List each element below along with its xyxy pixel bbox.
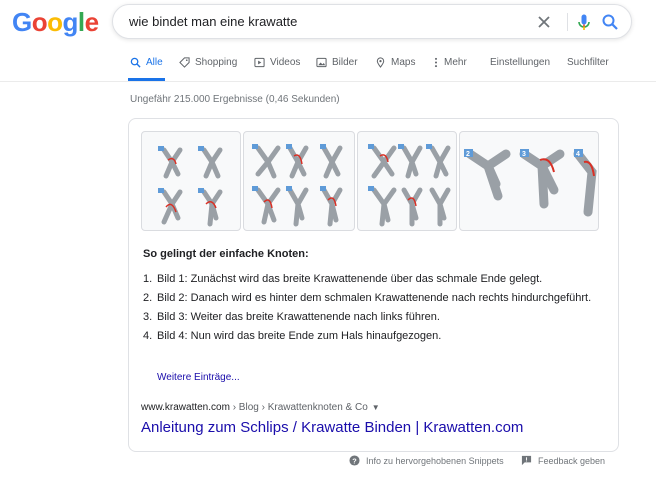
logo-letter: o xyxy=(47,7,63,37)
search-icon[interactable] xyxy=(600,12,620,32)
step-number: 1. xyxy=(143,273,153,285)
snippet-info[interactable]: ? Info zu hervorgehobenen Snippets xyxy=(349,455,504,466)
tie-diagram-image: 2 3 4 xyxy=(464,149,597,217)
tab-images[interactable]: Bilder xyxy=(316,52,358,81)
tab-maps[interactable]: Maps xyxy=(375,52,415,81)
step-number-label: 3 xyxy=(522,151,526,158)
step-number: 4. xyxy=(143,330,153,342)
snippet-steps: 1. Bild 1: Zunächst wird das breite Krawa… xyxy=(143,271,603,347)
tab-label: Alle xyxy=(146,57,163,68)
dropdown-arrow-icon[interactable]: ▼ xyxy=(372,403,380,412)
step-number-label: 4 xyxy=(576,151,580,158)
image-icon xyxy=(316,57,327,68)
step-text: Bild 3: Weiter das breite Krawattenende … xyxy=(157,311,440,323)
search-input[interactable] xyxy=(129,5,509,38)
step-number-label: 2 xyxy=(466,151,470,158)
map-pin-icon xyxy=(376,57,385,68)
cite-path: › Blog › Krawattenknoten & Co xyxy=(229,402,368,413)
result-url: www.krawatten.com › Blog › Krawattenknot… xyxy=(141,402,380,413)
tab-tools[interactable]: Suchfilter xyxy=(567,52,609,81)
cite-domain: www.krawatten.com xyxy=(141,402,230,413)
tie-diagram-image xyxy=(368,144,451,227)
tie-tutorial-thumbnail[interactable] xyxy=(243,131,355,231)
tab-label: Maps xyxy=(391,57,416,68)
video-icon xyxy=(254,57,265,68)
tab-settings[interactable]: Einstellungen xyxy=(490,52,550,81)
tab-label: Videos xyxy=(270,57,301,68)
step-text: Bild 4: Nun wird das breite Ende zum Hal… xyxy=(157,330,442,342)
step-number: 3. xyxy=(143,311,153,323)
list-item: 4. Bild 4: Nun wird das breite Ende zum H… xyxy=(143,328,603,344)
list-item: 1. Bild 1: Zunächst wird das breite Krawa… xyxy=(143,271,603,287)
logo-letter: g xyxy=(62,7,79,37)
list-item: 3. Bild 3: Weiter das breite Krawattenend… xyxy=(143,309,603,325)
tie-tutorial-thumbnail[interactable] xyxy=(141,131,241,231)
tab-label: Shopping xyxy=(195,57,238,68)
result-title-link[interactable]: Anleitung zum Schlips / Krawatte Binden … xyxy=(141,419,523,436)
tie-diagram-image xyxy=(158,146,223,227)
tab-shopping[interactable]: Shopping xyxy=(179,52,237,81)
image-carousel: 2 3 4 xyxy=(141,131,599,231)
search-icon xyxy=(130,57,141,68)
tab-label: Bilder xyxy=(332,57,358,68)
logo-letter: l xyxy=(77,7,85,37)
more-vert-icon xyxy=(434,57,438,68)
result-stats: Ungefähr 215.000 Ergebnisse (0,46 Sekund… xyxy=(130,94,340,105)
list-item: 2. Bild 2: Danach wird es hinter dem schm… xyxy=(143,290,603,306)
more-items-link[interactable]: Weitere Einträge... xyxy=(157,372,240,383)
tie-tutorial-thumbnail[interactable]: 2 3 4 xyxy=(459,131,599,231)
search-box xyxy=(112,4,632,39)
google-logo[interactable]: Google xyxy=(12,7,99,37)
search-divider xyxy=(567,13,568,31)
tab-videos[interactable]: Videos xyxy=(254,52,300,81)
tab-label: Suchfilter xyxy=(567,57,609,68)
tab-label: Einstellungen xyxy=(490,57,551,68)
search-tabs: Alle Shopping Videos Bilder Maps Mehr Ei… xyxy=(0,52,656,82)
feedback-button[interactable]: Feedback geben xyxy=(521,455,605,466)
step-number: 2. xyxy=(143,292,153,304)
step-text: Bild 1: Zunächst wird das breite Krawatt… xyxy=(157,273,543,285)
feedback-icon xyxy=(521,455,532,466)
featured-snippet: 2 3 4 So gelingt der einfache Knoten: 1.… xyxy=(128,118,619,452)
logo-letter: o xyxy=(31,7,48,37)
microphone-icon[interactable] xyxy=(574,12,594,32)
tab-all[interactable]: Alle xyxy=(128,52,165,81)
logo-letter: e xyxy=(84,7,99,37)
tag-icon xyxy=(179,57,190,68)
snippet-info-label: Info zu hervorgehobenen Snippets xyxy=(366,455,504,466)
feedback-label: Feedback geben xyxy=(538,455,606,466)
tab-more[interactable]: Mehr xyxy=(433,52,467,81)
logo-letter: G xyxy=(12,7,32,37)
snippet-heading: So gelingt der einfache Knoten: xyxy=(143,248,309,260)
tie-tutorial-thumbnail[interactable] xyxy=(357,131,457,231)
help-icon: ? xyxy=(349,455,360,466)
tab-label: Mehr xyxy=(444,57,467,68)
svg-text:?: ? xyxy=(352,456,357,465)
step-text: Bild 2: Danach wird es hinter dem schmal… xyxy=(157,292,592,304)
tie-diagram-image xyxy=(252,144,343,227)
clear-icon[interactable] xyxy=(534,12,554,32)
